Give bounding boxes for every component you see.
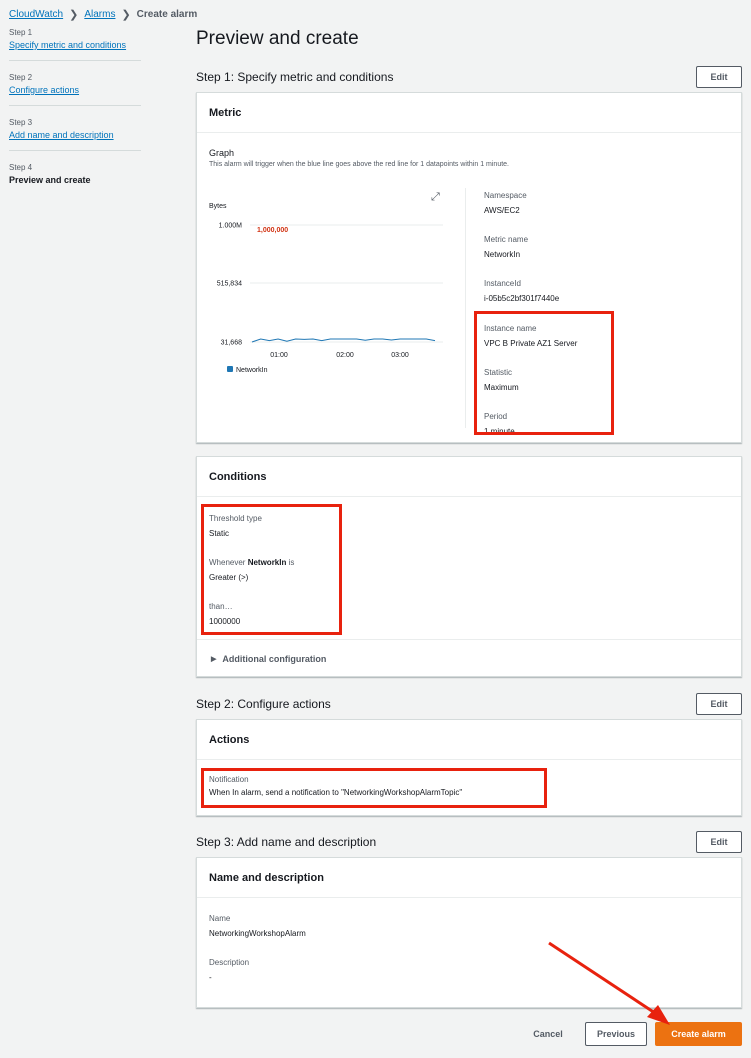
divider [465, 188, 466, 428]
step-link-name[interactable]: Add name and description [9, 130, 141, 140]
chevron-right-icon: ❯ [69, 9, 79, 21]
step2-heading: Step 2: Configure actions [196, 697, 331, 711]
name-description-details: Name NetworkingWorkshopAlarm Description… [209, 914, 306, 982]
graph-description: This alarm will trigger when the blue li… [209, 161, 509, 168]
divider [197, 639, 741, 640]
additional-config-toggle[interactable]: ▶ Additional configuration [211, 654, 326, 664]
metric-chart-svg: Bytes 1.000M 515,834 31,668 1,000,000 01:00 02… [209, 203, 443, 374]
chart-y-tick-label: 31,668 [221, 340, 243, 347]
name-label: Name [209, 914, 231, 923]
chart-threshold-label: 1,000,000 [257, 227, 288, 234]
chart-y-tick-label: 1.000M [219, 223, 243, 230]
step1-heading: Step 1: Specify metric and conditions [196, 70, 394, 84]
chart-legend-label: NetworkIn [236, 367, 268, 374]
breadcrumb: CloudWatch ❯ Alarms ❯ Create alarm [9, 8, 197, 21]
metric-name-label: Metric name [484, 235, 529, 244]
step-number: Step 1 [9, 28, 33, 37]
instance-id-value: i-05b5c2bf301f7440e [484, 294, 560, 303]
step-link-metric[interactable]: Specify metric and conditions [9, 40, 141, 50]
actions-panel-title: Actions [197, 720, 741, 760]
metric-chart: Bytes 1.000M 515,834 31,668 1,000,000 01:00 02… [205, 185, 455, 385]
metric-panel: Metric Graph This alarm will trigger whe… [196, 92, 742, 443]
step-number: Step 3 [9, 118, 33, 127]
wizard-step-2: Step 2 Configure actions [9, 73, 141, 106]
namespace-label: Namespace [484, 191, 527, 200]
conditions-panel-title: Conditions [197, 457, 741, 497]
step3-heading: Step 3: Add name and description [196, 835, 377, 849]
additional-config-label: Additional configuration [222, 654, 327, 664]
step1-edit-button[interactable]: Edit [696, 66, 742, 88]
chart-x-tick-label: 02:00 [336, 352, 354, 359]
instance-id-label: InstanceId [484, 279, 521, 288]
breadcrumb-cloudwatch[interactable]: CloudWatch [9, 9, 63, 20]
name-description-panel-title: Name and description [197, 858, 741, 898]
name-value: NetworkingWorkshopAlarm [209, 929, 306, 938]
chart-x-tick-label: 01:00 [270, 352, 288, 359]
graph-label: Graph [209, 148, 235, 158]
metric-panel-title: Metric [197, 93, 741, 133]
expand-icon[interactable]: ⤢ [431, 191, 440, 204]
breadcrumb-current: Create alarm [136, 9, 198, 20]
wizard-step-4: Step 4 Preview and create [9, 163, 141, 195]
description-value: - [209, 973, 212, 982]
wizard-steps: Step 1 Specify metric and conditions Ste… [9, 28, 141, 207]
annotation-arrow-icon [548, 941, 670, 1025]
highlight-box-conditions [201, 504, 342, 635]
chart-legend-swatch [227, 366, 233, 372]
step-number: Step 4 [9, 163, 33, 172]
step-current-preview: Preview and create [9, 175, 91, 185]
namespace-value: AWS/EC2 [484, 206, 520, 215]
step2-edit-button[interactable]: Edit [696, 693, 742, 715]
metric-name-value: NetworkIn [484, 250, 521, 259]
caret-right-icon: ▶ [211, 656, 217, 663]
step-number: Step 2 [9, 73, 33, 82]
chart-x-tick-label: 03:00 [391, 352, 409, 359]
chart-y-tick-label: 515,834 [217, 281, 242, 288]
wizard-step-1: Step 1 Specify metric and conditions [9, 28, 141, 61]
page-title: Preview and create [196, 28, 359, 49]
description-label: Description [209, 958, 250, 967]
highlight-box-notification [201, 768, 547, 808]
wizard-step-3: Step 3 Add name and description [9, 118, 141, 151]
chevron-right-icon: ❯ [121, 9, 131, 21]
step3-edit-button[interactable]: Edit [696, 831, 742, 853]
breadcrumb-alarms[interactable]: Alarms [84, 9, 115, 20]
step-link-actions[interactable]: Configure actions [9, 85, 141, 95]
highlight-box-instance [474, 311, 614, 435]
chart-ylabel: Bytes [209, 203, 227, 210]
